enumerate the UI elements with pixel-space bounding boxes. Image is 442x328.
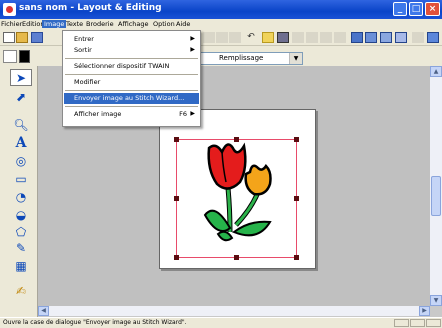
close-button[interactable]: × [425, 2, 440, 16]
minimize-button[interactable]: _ [393, 2, 407, 16]
undo-icon[interactable]: ↶ [245, 32, 257, 43]
menu-texte[interactable]: Texte [66, 20, 83, 28]
menu-item-send-to-stitch-wizard[interactable]: Envoyer image au Stitch Wizard... [64, 93, 199, 104]
tool-palette: ➤ ⬈ 🔍︎ A ◎ ▭ ◔ ◒ ⬠ ✎ ▦ ✍ [0, 66, 38, 317]
window-title: sans nom - Layout & Editing [19, 3, 162, 13]
menu-item-sortir[interactable]: Sortir ▶ [64, 45, 199, 56]
sew-type-combo[interactable]: Remplissage ▼ [193, 52, 303, 65]
point-edit-icon[interactable]: ⬈ [10, 88, 32, 105]
submenu-arrow-icon: ▶ [190, 110, 195, 117]
zoom-icon[interactable]: 🔍︎ [10, 116, 32, 133]
sew-type-value: Remplissage [219, 54, 264, 62]
transfer-icon[interactable] [427, 32, 439, 43]
status-text: Ouvre la case de dialogue "Envoyer image… [3, 319, 187, 326]
design-center-icon[interactable] [365, 32, 377, 43]
image-menu-dropdown: Entrer ▶ Sortir ▶ Sélectionner dispositi… [62, 30, 201, 127]
text-icon[interactable]: A [10, 134, 32, 151]
grid-icon[interactable] [351, 32, 363, 43]
menu-item-entrer[interactable]: Entrer ▶ [64, 34, 199, 45]
selection-rectangle[interactable] [176, 139, 297, 258]
scroll-up-icon[interactable]: ▲ [430, 66, 442, 77]
stitch-icon[interactable] [395, 32, 407, 43]
design-page[interactable] [159, 109, 316, 269]
menu-bar: Fichier Edition Image Texte Broderie Aff… [0, 19, 442, 30]
menu-separator [65, 106, 198, 107]
menu-separator [65, 58, 198, 59]
menu-aide[interactable]: Aide [176, 20, 190, 28]
line-color-dropdown-icon[interactable] [32, 50, 38, 63]
menu-option[interactable]: Option [153, 20, 175, 28]
horizontal-scrollbar[interactable]: ◀ ▶ [38, 306, 430, 316]
menu-broderie[interactable]: Broderie [86, 20, 114, 28]
paint-brush-icon[interactable]: ✍ [10, 282, 32, 299]
resize-handle[interactable] [174, 196, 179, 201]
resize-handle[interactable] [234, 137, 239, 142]
paste-icon[interactable] [229, 32, 241, 43]
select-arrow-icon[interactable]: ➤ [10, 69, 32, 86]
status-cell [426, 319, 441, 327]
save-icon[interactable] [31, 32, 43, 43]
menu-separator [65, 90, 198, 91]
size-icon[interactable] [334, 32, 346, 43]
polygon-icon[interactable]: ⬠ [10, 223, 32, 240]
menu-item-afficher-image[interactable]: Afficher image F6 ▶ [64, 109, 199, 120]
rotate-icon[interactable] [292, 32, 304, 43]
menu-item-modifier[interactable]: Modifier [64, 77, 199, 88]
new-file-icon[interactable] [3, 32, 15, 43]
menu-image[interactable]: Image [42, 20, 67, 28]
status-cell [410, 319, 425, 327]
stitch-pattern-icon[interactable]: ▦ [10, 257, 32, 274]
resize-handle[interactable] [234, 255, 239, 260]
circle-icon[interactable]: ◎ [10, 152, 32, 169]
resize-handle[interactable] [174, 255, 179, 260]
copy-icon[interactable] [216, 32, 228, 43]
scroll-down-icon[interactable]: ▼ [430, 295, 442, 306]
resize-handle[interactable] [174, 137, 179, 142]
preview-icon[interactable] [412, 32, 424, 43]
menu-affichage[interactable]: Affichage [118, 20, 149, 28]
maximize-button[interactable]: □ [409, 2, 423, 16]
scroll-left-icon[interactable]: ◀ [38, 306, 49, 316]
status-cell [394, 319, 409, 327]
submenu-arrow-icon: ▶ [190, 35, 195, 42]
title-bar: sans nom - Layout & Editing _ □ × [0, 0, 442, 19]
app-icon[interactable] [3, 3, 16, 16]
line-color-swatch[interactable] [19, 50, 30, 63]
menu-item-select-twain[interactable]: Sélectionner dispositif TWAIN [64, 61, 199, 72]
line-sew-icon[interactable] [3, 50, 17, 63]
status-bar: Ouvre la case de dialogue "Envoyer image… [0, 317, 442, 328]
menu-fichier[interactable]: Fichier [1, 20, 22, 28]
wizard-icon[interactable] [262, 32, 274, 43]
menu-separator [65, 74, 198, 75]
arc-icon[interactable]: ◔ [10, 188, 32, 205]
layout-icon[interactable] [380, 32, 392, 43]
resize-handle[interactable] [294, 196, 299, 201]
pen-icon[interactable]: ✎ [10, 239, 32, 256]
scroll-right-icon[interactable]: ▶ [419, 306, 430, 316]
cut-icon[interactable] [203, 32, 215, 43]
fan-icon[interactable]: ◒ [10, 206, 32, 223]
open-folder-icon[interactable] [16, 32, 28, 43]
mirror-icon[interactable] [320, 32, 332, 43]
resize-handle[interactable] [294, 137, 299, 142]
flip-icon[interactable] [306, 32, 318, 43]
chevron-down-icon[interactable]: ▼ [289, 53, 302, 64]
vertical-scrollbar[interactable]: ▲ ▼ [430, 66, 442, 306]
submenu-arrow-icon: ▶ [190, 46, 195, 53]
vertical-scroll-thumb[interactable] [431, 176, 441, 216]
rectangle-icon[interactable]: ▭ [10, 170, 32, 187]
image-icon[interactable] [277, 32, 289, 43]
resize-handle[interactable] [294, 255, 299, 260]
